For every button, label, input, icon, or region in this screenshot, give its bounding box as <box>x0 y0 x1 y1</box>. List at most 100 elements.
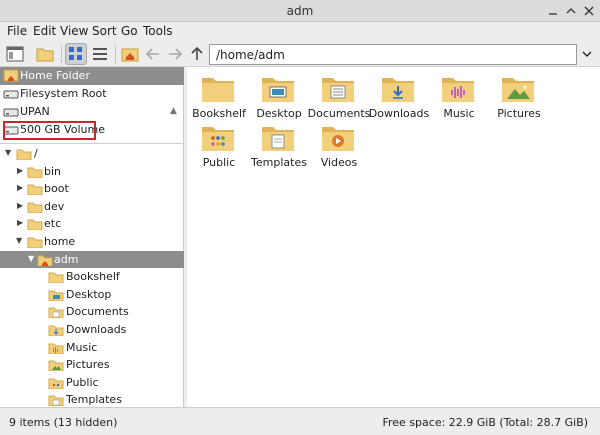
toolbar-separator <box>61 45 62 63</box>
tree-label: Desktop <box>66 287 112 301</box>
tree-item-adm[interactable]: ▼ adm <box>0 250 184 268</box>
arrow-right-icon <box>169 48 183 60</box>
tree-label: Downloads <box>66 323 127 336</box>
folder-icon <box>48 272 64 284</box>
videos-folder-icon <box>322 127 354 151</box>
tree-item-bin[interactable]: ▶ bin <box>0 163 184 180</box>
templates-folder-icon <box>262 127 294 151</box>
expander-right-icon[interactable]: ▶ <box>17 218 23 227</box>
music-folder-icon <box>442 78 474 102</box>
window-icon <box>6 46 24 62</box>
tree-item-bookshelf[interactable]: Bookshelf <box>0 268 184 285</box>
toolbar-separator <box>115 45 116 63</box>
place-upan[interactable]: UPAN ▲ <box>0 103 184 121</box>
side-pane: Home Folder Filesystem Root UPAN ▲ 500 G… <box>0 67 184 407</box>
pictures-folder-icon <box>48 360 64 372</box>
menu-sort[interactable]: Sort <box>92 24 117 38</box>
folder-icon <box>27 184 43 196</box>
file-item-videos[interactable]: Videos <box>307 120 371 169</box>
expander-right-icon[interactable]: ▶ <box>17 183 23 192</box>
minimize-icon[interactable] <box>545 3 561 19</box>
expander-down-icon[interactable]: ▼ <box>28 254 34 263</box>
item-count: 9 items (13 hidden) <box>9 416 118 429</box>
place-filesystem-root[interactable]: Filesystem Root <box>0 85 184 103</box>
tree-label: Bookshelf <box>66 270 120 284</box>
menu-file[interactable]: File <box>7 24 27 38</box>
desktop-folder-icon <box>48 290 64 301</box>
folder-icon <box>27 202 43 213</box>
toolbar: /home/adm <box>0 41 600 67</box>
forward-button[interactable] <box>164 43 186 65</box>
menu-tools[interactable]: Tools <box>143 24 173 38</box>
tree-item-pictures[interactable]: Pictures <box>0 356 184 373</box>
tree-item-desktop[interactable]: Desktop <box>0 286 184 303</box>
status-bar: 9 items (13 hidden) Free space: 22.9 GiB… <box>0 407 600 435</box>
templates-folder-icon <box>48 395 64 407</box>
eject-icon[interactable]: ▲ <box>170 106 177 116</box>
chevron-down-icon <box>582 51 592 57</box>
title-bar: adm <box>0 0 600 22</box>
tree-item-boot[interactable]: ▶ boot <box>0 180 184 197</box>
up-button[interactable] <box>186 43 208 65</box>
maximize-icon[interactable] <box>563 3 579 19</box>
icon-view-icon <box>69 47 82 60</box>
pictures-folder-icon <box>502 78 534 102</box>
music-folder-icon <box>48 343 64 354</box>
new-window-button[interactable] <box>4 43 26 65</box>
path-history-dropdown[interactable] <box>577 44 597 65</box>
arrow-up-icon <box>191 46 203 60</box>
directory-tree: ▼ / ▶ bin ▶ boot ▶ dev ▶ etc ▼ home ▼ ad… <box>0 145 184 407</box>
place-label: Home Folder <box>20 69 90 82</box>
pane-divider <box>0 143 184 144</box>
menu-go[interactable]: Go <box>121 24 138 38</box>
new-folder-button[interactable] <box>34 43 56 65</box>
expander-down-icon[interactable]: ▼ <box>16 236 22 245</box>
menu-edit[interactable]: Edit <box>33 24 56 38</box>
tree-item-templates[interactable]: Templates <box>0 391 184 407</box>
expander-right-icon[interactable]: ▶ <box>17 166 23 175</box>
documents-folder-icon <box>48 307 64 319</box>
path-input[interactable]: /home/adm <box>209 44 577 65</box>
file-icon-view: Bookshelf Desktop Documents Downloads Mu… <box>187 67 600 407</box>
tree-item-downloads[interactable]: Downloads <box>0 321 184 338</box>
tree-label: home <box>44 235 76 248</box>
tree-item-home[interactable]: ▼ home <box>0 233 184 250</box>
list-view-icon <box>93 48 107 60</box>
tree-item-public[interactable]: Public <box>0 374 184 391</box>
folder-icon <box>202 78 234 102</box>
icon-view-button[interactable] <box>65 43 87 65</box>
tree-label: Templates <box>66 393 122 407</box>
drive-icon <box>3 108 19 117</box>
drive-icon <box>3 90 19 99</box>
home-button[interactable] <box>119 43 141 65</box>
close-icon[interactable] <box>581 3 597 19</box>
tree-label: boot <box>44 182 69 196</box>
menu-view[interactable]: View <box>60 24 88 38</box>
expander-down-icon[interactable]: ▼ <box>5 148 11 157</box>
tree-item-dev[interactable]: ▶ dev <box>0 198 184 215</box>
tree-item-music[interactable]: Music <box>0 339 184 356</box>
file-label: Videos <box>320 156 358 169</box>
folder-icon <box>27 219 43 231</box>
downloads-folder-icon <box>48 325 64 336</box>
file-item-pictures[interactable]: Pictures <box>487 71 551 120</box>
tree-label: Music <box>66 340 98 354</box>
folder-icon <box>27 167 43 178</box>
places-list: Home Folder Filesystem Root UPAN ▲ 500 G… <box>0 67 184 140</box>
free-space: Free space: 22.9 GiB (Total: 28.7 GiB) <box>382 416 588 429</box>
public-folder-icon <box>48 378 64 389</box>
arrow-left-icon <box>145 48 159 60</box>
tree-item-etc[interactable]: ▶ etc <box>0 215 184 232</box>
desktop-folder-icon <box>262 78 294 102</box>
place-home-folder[interactable]: Home Folder <box>0 67 184 85</box>
tree-item-documents[interactable]: Documents <box>0 303 184 320</box>
list-view-button[interactable] <box>89 43 111 65</box>
tree-label: Documents <box>66 305 129 319</box>
tree-label: adm <box>54 252 79 266</box>
back-button[interactable] <box>142 43 164 65</box>
tree-label: etc <box>44 217 62 231</box>
home-icon <box>3 69 19 82</box>
expander-right-icon[interactable]: ▶ <box>17 201 23 210</box>
menu-bar: File Edit View Sort Go Tools <box>0 22 600 41</box>
tree-item-root[interactable]: ▼ / <box>0 145 184 162</box>
